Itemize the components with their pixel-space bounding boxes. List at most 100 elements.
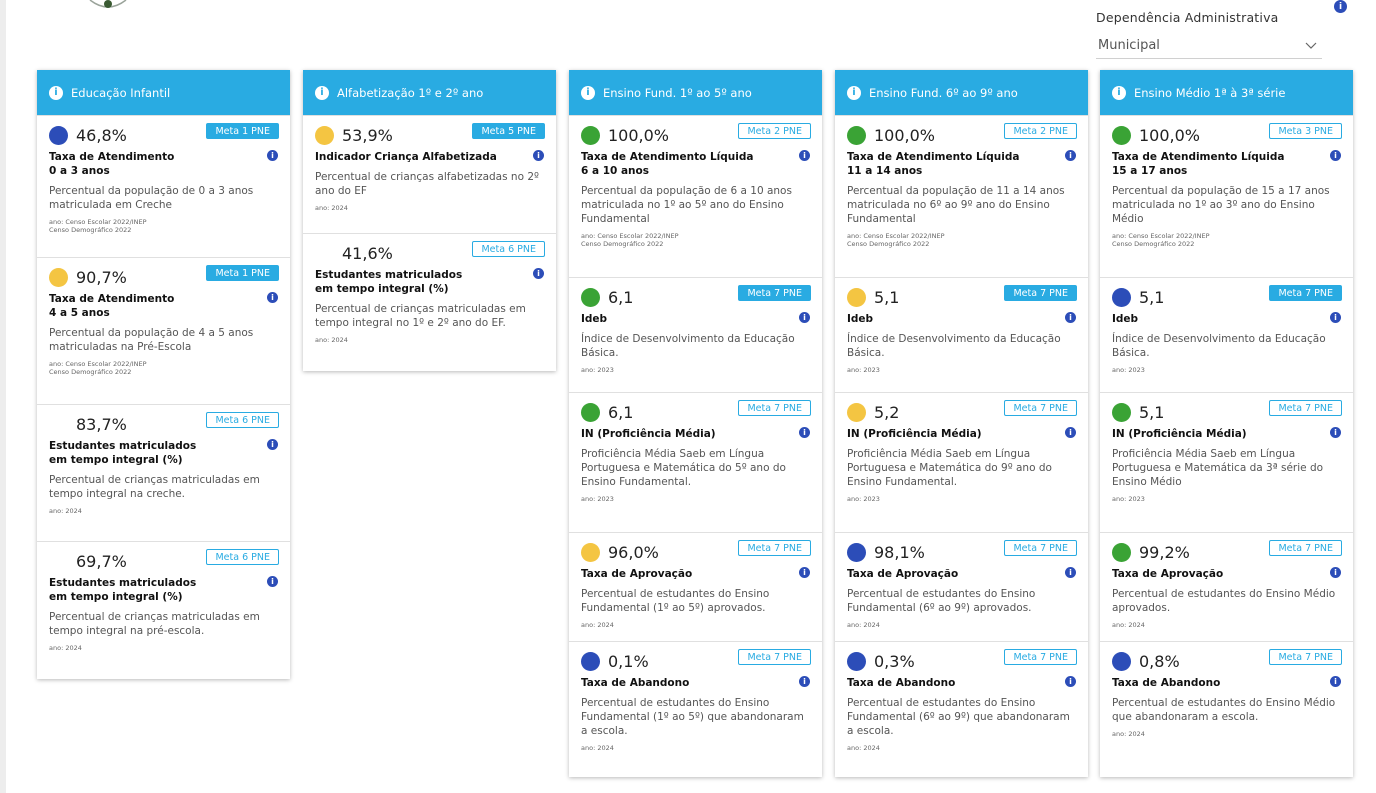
info-icon[interactable]: i bbox=[1330, 312, 1341, 323]
indicator-source: ano: 2023 bbox=[581, 495, 614, 503]
info-icon[interactable]: i bbox=[267, 292, 278, 303]
logo-icon bbox=[89, 0, 127, 8]
indicator-description: Índice de Desenvolvimento da Educação Bá… bbox=[581, 333, 795, 359]
indicator-card: 6,1 Meta 7 PNE IN (Proficiência Média) i Pro… bbox=[569, 392, 822, 532]
meta-pne-badge: Meta 5 PNE bbox=[472, 123, 545, 139]
indicator-subtitle: 15 a 17 anos bbox=[1112, 165, 1188, 177]
info-icon[interactable]: i bbox=[1330, 150, 1341, 161]
indicator-title: Taxa de Aprovação bbox=[847, 568, 959, 580]
filter-info-icon[interactable]: i bbox=[1334, 0, 1347, 13]
indicator-title: Taxa de Atendimento bbox=[49, 293, 175, 305]
indicator-card: 90,7% Meta 1 PNE Taxa de Atendimento 4 a 5 … bbox=[37, 257, 290, 404]
info-icon[interactable]: i bbox=[799, 567, 810, 578]
info-icon[interactable]: i bbox=[267, 439, 278, 450]
indicator-title-block: Taxa de Atendimento Líquida 6 a 10 anos i bbox=[581, 150, 810, 178]
info-icon[interactable]: i bbox=[1112, 85, 1126, 100]
info-icon[interactable]: i bbox=[533, 150, 544, 161]
info-icon[interactable]: i bbox=[847, 85, 861, 100]
info-icon[interactable]: i bbox=[1330, 676, 1341, 687]
indicator-title-block: Taxa de Atendimento 4 a 5 anos i bbox=[49, 292, 278, 320]
info-icon[interactable]: i bbox=[1065, 312, 1076, 323]
indicator-source: Censo Demográfico 2022 bbox=[49, 226, 132, 234]
info-icon[interactable]: i bbox=[267, 576, 278, 587]
status-dot bbox=[581, 402, 600, 422]
indicator-value: 5,1 bbox=[1139, 287, 1165, 307]
indicator-title-block: Ideb i bbox=[1112, 312, 1341, 326]
indicator-subtitle: em tempo integral (%) bbox=[49, 591, 183, 603]
status-dot bbox=[847, 402, 866, 422]
indicator-description: Percentual da população de 15 a 17 anos … bbox=[1112, 185, 1330, 225]
indicator-source: ano: 2024 bbox=[581, 744, 614, 752]
indicator-card: 5,1 Meta 7 PNE Ideb i Índice de Desenvolvime… bbox=[835, 277, 1088, 392]
status-dot bbox=[49, 267, 68, 287]
left-rule bbox=[0, 0, 6, 793]
indicator-title: Taxa de Abandono bbox=[581, 677, 690, 689]
info-icon[interactable]: i bbox=[1065, 150, 1076, 161]
indicator-description: Proficiência Média Saeb em Língua Portug… bbox=[1112, 448, 1324, 488]
indicator-description: Proficiência Média Saeb em Língua Portug… bbox=[581, 448, 786, 488]
indicator-card: 96,0% Meta 7 PNE Taxa de Aprovação i Percent… bbox=[569, 532, 822, 641]
info-icon[interactable]: i bbox=[1330, 427, 1341, 438]
indicator-value: 0,8% bbox=[1139, 651, 1180, 671]
status-dot bbox=[847, 542, 866, 562]
indicator-column: i Educação Infantil 46,8% Meta 1 PNE Taxa de… bbox=[37, 70, 290, 679]
status-dot bbox=[847, 125, 866, 145]
indicator-source: ano: 2024 bbox=[847, 621, 880, 629]
meta-pne-badge: Meta 7 PNE bbox=[1004, 540, 1077, 556]
info-icon[interactable]: i bbox=[1065, 427, 1076, 438]
indicator-title-block: Estudantes matriculados em tempo integral… bbox=[315, 268, 544, 296]
indicator-title-block: Ideb i bbox=[847, 312, 1076, 326]
indicator-source: ano: 2024 bbox=[315, 336, 348, 344]
status-dot bbox=[1112, 287, 1131, 307]
indicator-title: Ideb bbox=[847, 313, 874, 325]
indicator-description: Percentual de crianças alfabetizadas no … bbox=[315, 171, 539, 197]
indicator-description: Percentual de crianças matriculadas em t… bbox=[315, 303, 526, 329]
status-dot bbox=[581, 542, 600, 562]
column-title: Alfabetização 1º e 2º ano bbox=[337, 85, 484, 100]
meta-pne-badge: Meta 6 PNE bbox=[472, 241, 545, 257]
column-title: Ensino Fund. 6º ao 9º ano bbox=[869, 85, 1018, 100]
info-icon[interactable]: i bbox=[1065, 567, 1076, 578]
dependencia-select[interactable]: Municipal bbox=[1096, 33, 1322, 59]
indicator-subtitle: 6 a 10 anos bbox=[581, 165, 649, 177]
indicator-card: 5,1 Meta 7 PNE IN (Proficiência Média) i Pro… bbox=[1100, 392, 1353, 532]
indicator-title: Ideb bbox=[1112, 313, 1139, 325]
info-icon[interactable]: i bbox=[799, 676, 810, 687]
indicator-value: 100,0% bbox=[1139, 125, 1201, 145]
meta-pne-badge: Meta 7 PNE bbox=[738, 540, 811, 556]
indicator-value: 46,8% bbox=[76, 125, 127, 145]
indicator-title-block: Estudantes matriculados em tempo integral… bbox=[49, 439, 278, 467]
indicator-title-block: Taxa de Abandono i bbox=[1112, 676, 1341, 690]
info-icon[interactable]: i bbox=[533, 268, 544, 279]
info-icon[interactable]: i bbox=[799, 150, 810, 161]
indicator-source: ano: 2024 bbox=[315, 204, 348, 212]
indicator-source: ano: Censo Escolar 2022/INEP bbox=[581, 232, 679, 240]
meta-pne-badge: Meta 7 PNE bbox=[1004, 285, 1077, 301]
indicator-subtitle: em tempo integral (%) bbox=[49, 454, 183, 466]
info-icon[interactable]: i bbox=[49, 85, 63, 100]
indicator-description: Percentual de crianças matriculadas em t… bbox=[49, 474, 260, 500]
info-icon[interactable]: i bbox=[1065, 676, 1076, 687]
meta-pne-badge: Meta 1 PNE bbox=[206, 265, 279, 281]
indicator-source: ano: 2023 bbox=[1112, 366, 1145, 374]
indicator-value: 100,0% bbox=[608, 125, 670, 145]
meta-pne-badge: Meta 6 PNE bbox=[206, 549, 279, 565]
info-icon[interactable]: i bbox=[1330, 567, 1341, 578]
indicator-title: Indicador Criança Alfabetizada bbox=[315, 151, 497, 163]
indicator-card: 41,6% Meta 6 PNE Estudantes matriculados em… bbox=[303, 233, 556, 371]
info-icon[interactable]: i bbox=[267, 150, 278, 161]
indicator-title-block: IN (Proficiência Média) i bbox=[847, 427, 1076, 441]
info-icon[interactable]: i bbox=[581, 85, 595, 100]
status-dot bbox=[1112, 125, 1131, 145]
indicator-title: Estudantes matriculados bbox=[49, 577, 197, 589]
indicator-card: 99,2% Meta 7 PNE Taxa de Aprovação i Percent… bbox=[1100, 532, 1353, 641]
meta-pne-badge: Meta 7 PNE bbox=[1269, 649, 1342, 665]
indicator-value: 98,1% bbox=[874, 542, 925, 562]
info-icon[interactable]: i bbox=[799, 427, 810, 438]
indicator-source: ano: Censo Escolar 2022/INEP bbox=[847, 232, 945, 240]
meta-pne-badge: Meta 2 PNE bbox=[738, 123, 811, 139]
indicator-title-block: Taxa de Aprovação i bbox=[1112, 567, 1341, 581]
info-icon[interactable]: i bbox=[315, 85, 329, 100]
indicator-description: Percentual de estudantes do Ensino Funda… bbox=[581, 588, 770, 614]
info-icon[interactable]: i bbox=[799, 312, 810, 323]
